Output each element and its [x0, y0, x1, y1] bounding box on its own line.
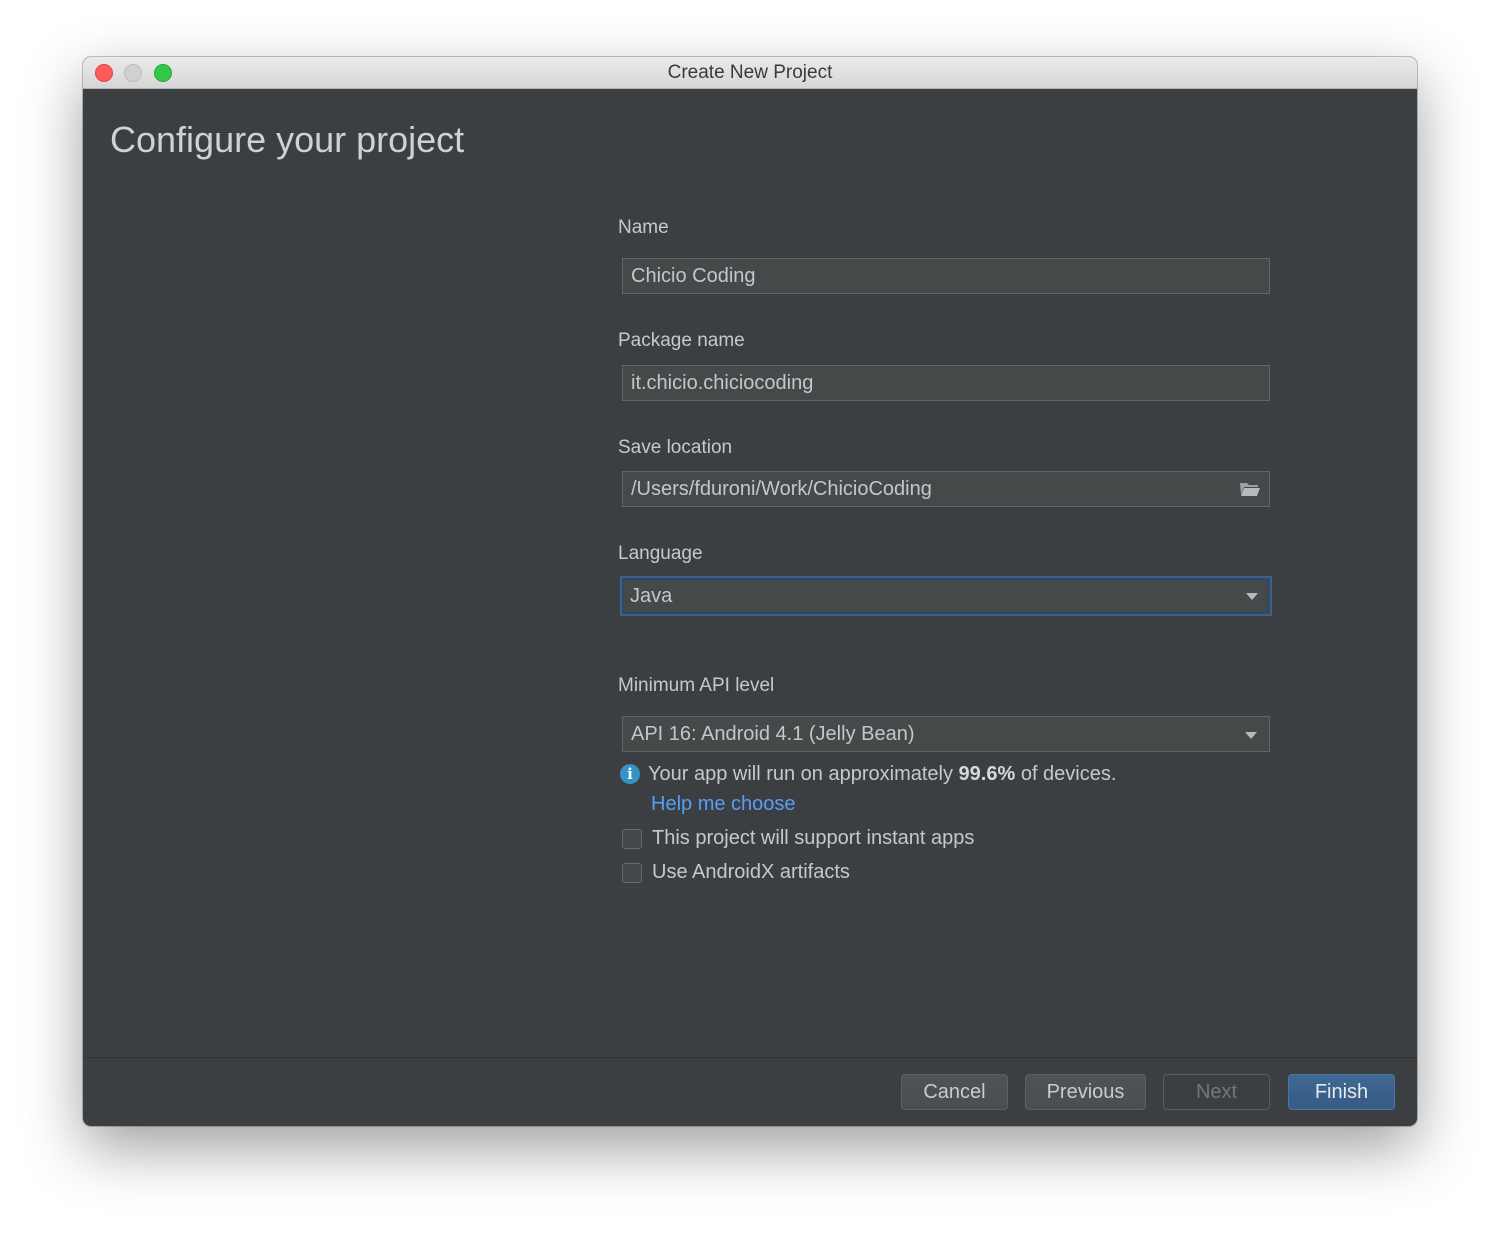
androidx-label[interactable]: Use AndroidX artifacts: [652, 861, 850, 884]
coverage-prefix: Your app will run on approximately: [648, 763, 959, 785]
chevron-down-icon: [1246, 593, 1258, 600]
name-field[interactable]: Chicio Coding: [622, 258, 1270, 294]
min-api-select[interactable]: API 16: Android 4.1 (Jelly Bean): [622, 716, 1270, 752]
next-button[interactable]: Next: [1163, 1074, 1270, 1110]
page-title: Configure your project: [110, 119, 465, 160]
chevron-down-icon: [1245, 732, 1257, 739]
save-location-field[interactable]: /Users/fduroni/Work/ChicioCoding: [622, 471, 1270, 507]
window-title: Create New Project: [667, 62, 833, 83]
name-label: Name: [618, 217, 669, 238]
footer-divider: [83, 1057, 1417, 1058]
package-name-field[interactable]: it.chicio.chiciocoding: [622, 365, 1270, 401]
language-label: Language: [618, 543, 703, 564]
coverage-suffix: of devices.: [1015, 763, 1117, 785]
title-bar: Create New Project: [83, 57, 1417, 89]
finish-button[interactable]: Finish: [1288, 1074, 1395, 1110]
min-api-label: Minimum API level: [618, 675, 775, 696]
cancel-button[interactable]: Cancel: [901, 1074, 1008, 1110]
previous-button[interactable]: Previous: [1025, 1074, 1146, 1110]
save-location-value: /Users/fduroni/Work/ChicioCoding: [631, 478, 932, 500]
device-coverage-text: Your app will run on approximately 99.6%…: [648, 763, 1116, 786]
help-me-choose-link[interactable]: Help me choose: [651, 793, 796, 816]
language-select[interactable]: Java: [620, 576, 1272, 616]
language-selected-value: Java: [630, 585, 673, 607]
androidx-checkbox[interactable]: [622, 863, 642, 883]
save-location-label: Save location: [618, 437, 733, 458]
folder-icon[interactable]: [1239, 479, 1261, 499]
info-icon: i: [620, 764, 640, 784]
coverage-percent: 99.6%: [958, 763, 1016, 785]
create-project-window: Create New Project Configure your projec…: [83, 57, 1417, 1126]
min-api-selected-value: API 16: Android 4.1 (Jelly Bean): [631, 723, 915, 745]
package-name-label: Package name: [618, 330, 745, 351]
instant-apps-checkbox[interactable]: [622, 829, 642, 849]
instant-apps-label[interactable]: This project will support instant apps: [652, 827, 974, 850]
